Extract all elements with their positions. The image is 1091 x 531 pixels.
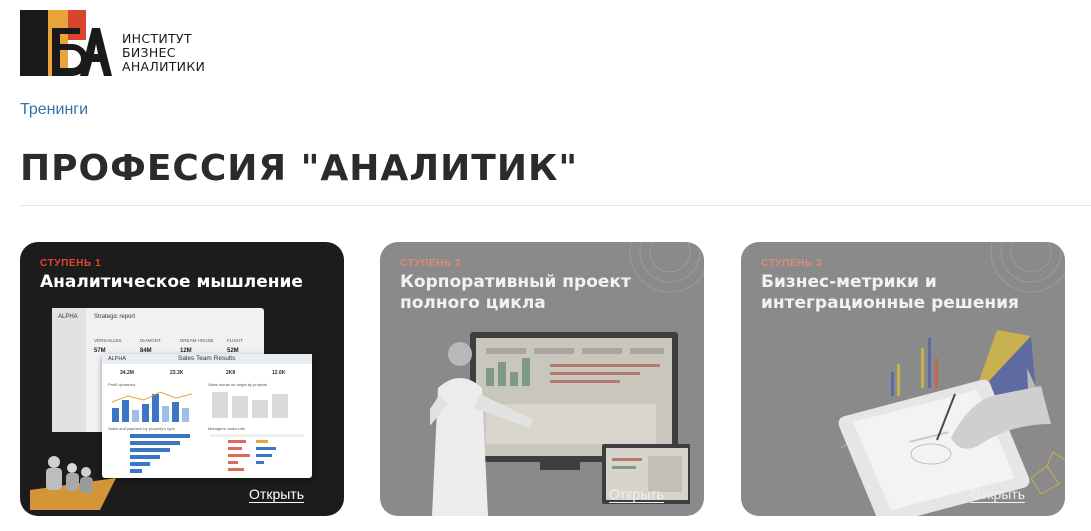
logo-mark-icon	[20, 10, 112, 76]
breadcrumb-link-trainings[interactable]: Тренинги	[20, 101, 88, 119]
logo-line-1: ИНСТИТУТ	[122, 31, 192, 46]
kpi-label-2: DIAMONT	[140, 338, 161, 343]
kpi-label-1: VERSAILLES	[94, 338, 122, 343]
panel-title-1: Profit dynamics	[108, 382, 136, 387]
page-title: ПРОФЕССИЯ "АНАЛИТИК"	[20, 148, 579, 189]
site-header: ИНСТИТУТ БИЗНЕС АНАЛИТИКИ	[20, 10, 205, 76]
card-step-label: СТУПЕНЬ 2	[400, 258, 462, 269]
card-step-label: СТУПЕНЬ 1	[40, 258, 102, 269]
kpi-label-3: DREAM HOUSE	[180, 338, 214, 343]
panel-title-3: Sales and payment by property's type	[108, 426, 175, 431]
card-title: Бизнес-метрики и интеграционные решения	[761, 272, 1019, 313]
course-card-step-3[interactable]: СТУПЕНЬ 3 Бизнес-метрики и интеграционны…	[741, 242, 1065, 516]
divider	[20, 205, 1091, 206]
sales-target-chart-illustration	[212, 392, 288, 418]
logo-line-2: БИЗНЕС	[122, 45, 176, 60]
card-step-label: СТУПЕНЬ 3	[761, 258, 823, 269]
logo[interactable]	[20, 10, 114, 76]
dashboard-front-brand: ALPHA	[108, 356, 127, 362]
dashboard-front-illustration: ALPHA Sales Team Results 34.2M 23.3K 2K8…	[102, 354, 312, 478]
card-title: Аналитическое мышление	[40, 272, 303, 292]
panel-title-4: Managers' sales rate	[208, 426, 246, 431]
tablet-metrics-illustration	[838, 330, 1065, 516]
dashboard-brand: ALPHA	[58, 314, 78, 320]
total-1: 34.2M	[120, 370, 134, 376]
total-4: 12.6K	[272, 370, 286, 376]
logo-text: ИНСТИТУТ БИЗНЕС АНАЛИТИКИ	[122, 32, 205, 74]
open-link[interactable]: Открыть	[970, 486, 1025, 502]
dashboard-results-title: Sales Team Results	[178, 355, 236, 362]
course-cards: СТУПЕНЬ 1 Аналитическое мышление ALPHA S…	[20, 242, 1091, 516]
managers-rate-table-illustration	[210, 434, 304, 471]
open-link[interactable]: Открыть	[609, 486, 664, 502]
card-title: Корпоративный проект полного цикла	[400, 272, 631, 313]
open-link[interactable]: Открыть	[249, 486, 304, 502]
total-3: 2K8	[226, 370, 236, 376]
course-card-step-1[interactable]: СТУПЕНЬ 1 Аналитическое мышление ALPHA S…	[20, 242, 344, 516]
profit-bar-chart-illustration	[111, 391, 193, 422]
kpi-label-4: FLIGHT	[227, 338, 244, 343]
panel-title-2: Sales actual on target by projects	[208, 382, 268, 387]
logo-line-3: АНАЛИТИКИ	[122, 59, 206, 74]
total-2: 23.3K	[170, 370, 184, 376]
dashboard-report-title: Strategic report	[94, 314, 136, 320]
dashboard-sidebar	[52, 308, 86, 432]
property-type-bars-illustration	[130, 434, 190, 473]
team-figures-illustration	[30, 456, 116, 510]
course-card-step-2[interactable]: СТУПЕНЬ 2 Корпоративный проект полного ц…	[380, 242, 704, 516]
